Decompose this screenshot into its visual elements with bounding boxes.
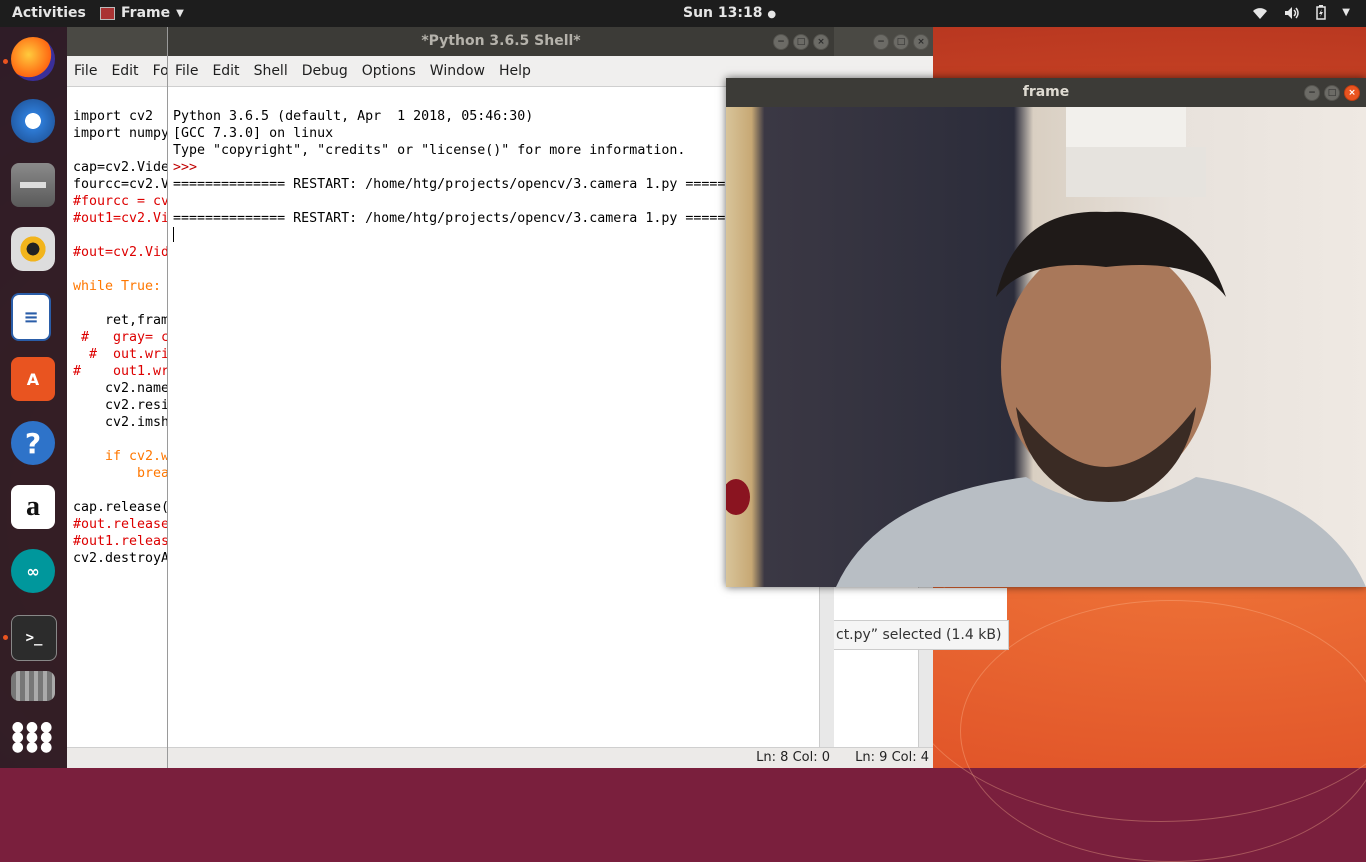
menu-shell[interactable]: Shell bbox=[254, 63, 288, 79]
code-line: cap=cv2.Vide bbox=[73, 160, 170, 175]
menu-edit[interactable]: Edit bbox=[111, 63, 138, 79]
minimize-icon[interactable]: − bbox=[1304, 85, 1320, 101]
shell-line: [GCC 7.3.0] on linux bbox=[173, 126, 334, 141]
activities-button[interactable]: Activities bbox=[12, 5, 86, 21]
chevron-down-icon: ▼ bbox=[176, 7, 184, 19]
code-line: # out1.wr bbox=[73, 364, 170, 379]
wifi-icon bbox=[1253, 7, 1268, 19]
minimize-icon[interactable]: − bbox=[873, 34, 889, 50]
editor-code[interactable]: import cv2 import numpy cap=cv2.Vide fou… bbox=[73, 91, 169, 584]
code-line: #out.release bbox=[73, 517, 170, 532]
shell-output[interactable]: Python 3.6.5 (default, Apr 1 2018, 05:46… bbox=[173, 91, 725, 264]
help-icon[interactable]: ? bbox=[11, 421, 55, 465]
menu-window[interactable]: Window bbox=[430, 63, 485, 79]
files-icon[interactable] bbox=[11, 163, 55, 207]
code-line: # out.wri bbox=[73, 347, 170, 362]
shell-line: ============== RESTART: /home/htg/projec… bbox=[173, 177, 726, 192]
show-applications-icon[interactable]: ●●● ●●● ●●● bbox=[11, 715, 55, 759]
firefox-icon[interactable] bbox=[11, 37, 55, 81]
menu-options[interactable]: Options bbox=[362, 63, 416, 79]
code-line: cv2.imsh bbox=[73, 415, 170, 430]
running-indicator bbox=[3, 635, 8, 640]
code-line: cv2.destroyA bbox=[73, 551, 170, 566]
close-icon[interactable]: × bbox=[913, 34, 929, 50]
code-line: #out=cv2.Vid bbox=[73, 245, 170, 260]
menu-edit[interactable]: Edit bbox=[212, 63, 239, 79]
code-line: import numpy bbox=[73, 126, 170, 141]
app-menu[interactable]: Frame ▼ bbox=[100, 5, 184, 21]
ubuntu-software-icon[interactable]: A bbox=[11, 357, 55, 401]
file-selection-status: ct.py” selected (1.4 kB) bbox=[833, 620, 1009, 650]
code-line: ret,fram bbox=[73, 313, 170, 328]
editor-cursor-position: Ln: 9 Col: 4 bbox=[855, 750, 929, 765]
code-line: #fourcc = cv bbox=[73, 194, 170, 209]
app-menu-label: Frame bbox=[121, 5, 171, 21]
running-indicator bbox=[3, 59, 8, 64]
shell-titlebar[interactable]: *Python 3.6.5 Shell* − □ × bbox=[168, 27, 834, 56]
maximize-icon[interactable]: □ bbox=[893, 34, 909, 50]
chevron-down-icon: ▼ bbox=[1342, 7, 1350, 18]
dock: ≡ A ? a ∞ >_ ●●● ●●● ●●● bbox=[0, 27, 67, 768]
maximize-icon[interactable]: □ bbox=[1324, 85, 1340, 101]
wallpaper-curve bbox=[960, 600, 1366, 862]
shell-statusbar: Ln: 8 Col: 0 bbox=[168, 747, 834, 768]
shell-line: ============== RESTART: /home/htg/projec… bbox=[173, 211, 726, 226]
rhythmbox-icon[interactable] bbox=[11, 227, 55, 271]
camera-frame-window: frame − □ × bbox=[726, 78, 1366, 587]
arduino-icon[interactable]: ∞ bbox=[11, 549, 55, 593]
shell-line: Type "copyright", "credits" or "license(… bbox=[173, 143, 686, 158]
videos-icon[interactable] bbox=[11, 671, 55, 701]
code-line: brea bbox=[73, 466, 170, 481]
camera-image bbox=[726, 107, 1366, 587]
clock[interactable]: Sun 13:18 ● bbox=[683, 5, 776, 21]
notification-dot-icon: ● bbox=[767, 9, 777, 20]
top-panel: Activities Frame ▼ Sun 13:18 ● ▼ bbox=[0, 0, 1366, 27]
clock-label: Sun 13:18 bbox=[683, 5, 763, 21]
volume-icon bbox=[1285, 6, 1300, 19]
shell-scrollbar[interactable] bbox=[819, 587, 834, 748]
frame-app-icon bbox=[100, 6, 115, 20]
maximize-icon[interactable]: □ bbox=[793, 34, 809, 50]
shell-cursor-position: Ln: 8 Col: 0 bbox=[756, 750, 830, 765]
thunderbird-icon[interactable] bbox=[11, 99, 55, 143]
shell-prompt: >>> bbox=[173, 160, 206, 175]
code-line: fourcc=cv2.V bbox=[73, 177, 170, 192]
frame-title: frame bbox=[1022, 84, 1070, 100]
menu-help[interactable]: Help bbox=[499, 63, 531, 79]
file-dialog-fragment: ct.py” selected (1.4 kB) bbox=[833, 588, 1009, 650]
code-line: #out1.releas bbox=[73, 534, 170, 549]
amazon-icon[interactable]: a bbox=[11, 485, 55, 529]
code-line: cv2.name bbox=[73, 381, 170, 396]
shell-title: *Python 3.6.5 Shell* bbox=[421, 33, 581, 49]
camera-scene bbox=[726, 107, 1366, 587]
minimize-icon[interactable]: − bbox=[773, 34, 789, 50]
close-icon[interactable]: × bbox=[813, 34, 829, 50]
shell-line: Python 3.6.5 (default, Apr 1 2018, 05:46… bbox=[173, 109, 534, 124]
frame-titlebar[interactable]: frame − □ × bbox=[726, 78, 1366, 107]
code-line: cap.release( bbox=[73, 500, 170, 515]
close-icon[interactable]: × bbox=[1344, 85, 1360, 101]
libreoffice-writer-icon[interactable]: ≡ bbox=[11, 293, 51, 341]
terminal-icon[interactable]: >_ bbox=[11, 615, 57, 661]
code-line: # gray= c bbox=[73, 330, 170, 345]
battery-icon bbox=[1316, 5, 1327, 20]
code-line: cv2.resi bbox=[73, 398, 170, 413]
menu-file[interactable]: File bbox=[175, 63, 198, 79]
text-cursor bbox=[173, 227, 174, 242]
menu-file[interactable]: File bbox=[74, 63, 97, 79]
code-line: while True: bbox=[73, 279, 162, 294]
menu-debug[interactable]: Debug bbox=[302, 63, 348, 79]
code-line: #out1=cv2.Vi bbox=[73, 211, 170, 226]
code-line: import cv2 bbox=[73, 109, 154, 124]
system-tray[interactable]: ▼ bbox=[1252, 5, 1350, 20]
code-line: if cv2.w bbox=[73, 449, 170, 464]
